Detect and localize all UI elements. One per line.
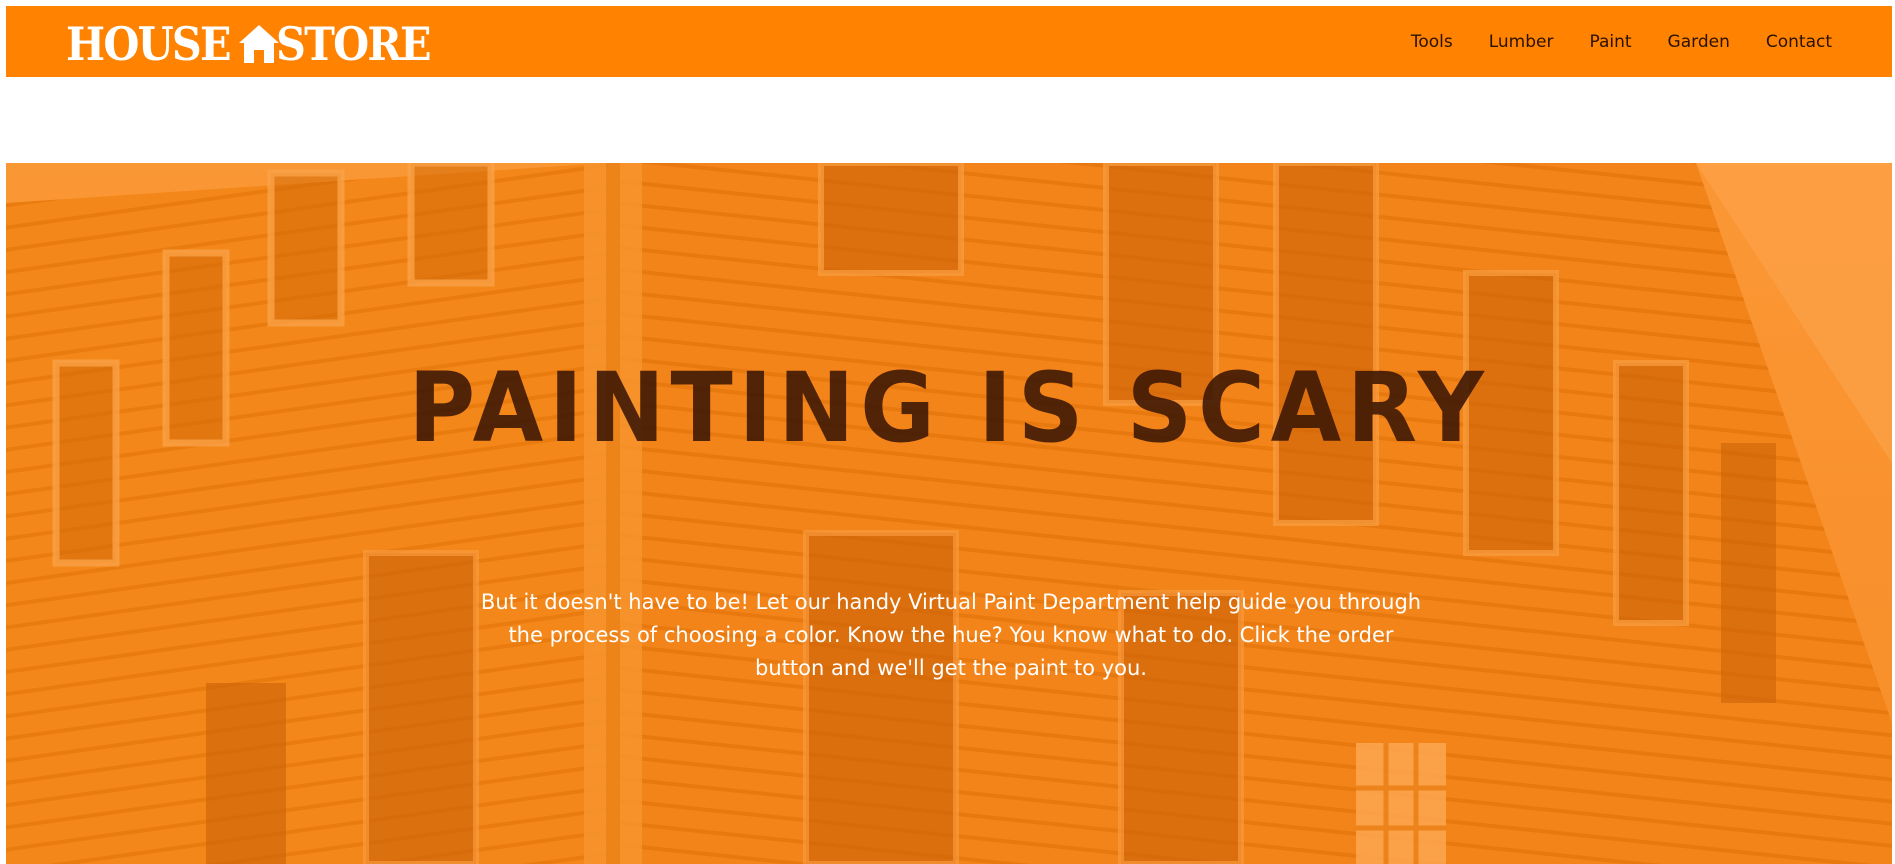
hero-description: But it doesn't have to be! Let our handy… [480, 590, 1422, 680]
hero-title: PAINTING IS SCARY [408, 352, 1490, 464]
hero-section: PAINTING IS SCARY But it doesn't have to… [6, 163, 1892, 864]
nav-link-garden[interactable]: Garden [1668, 32, 1730, 52]
hero-color-overlay [6, 163, 1892, 864]
nav-link-lumber[interactable]: Lumber [1489, 32, 1554, 52]
nav-link-contact[interactable]: Contact [1766, 32, 1832, 52]
nav-link-paint[interactable]: Paint [1589, 32, 1631, 52]
house-icon [238, 25, 279, 63]
logo-text-store: STORE [275, 17, 432, 71]
logo-text-house: HOUSE [66, 17, 232, 71]
site-logo[interactable]: HOUSE STORE [66, 20, 447, 68]
nav-link-tools[interactable]: Tools [1411, 32, 1453, 52]
page: HOUSE STORE Tools Lumber Paint Garden Co… [0, 0, 1895, 864]
site-header: HOUSE STORE Tools Lumber Paint Garden Co… [6, 6, 1892, 77]
main-nav: Tools Lumber Paint Garden Contact [1375, 6, 1832, 77]
